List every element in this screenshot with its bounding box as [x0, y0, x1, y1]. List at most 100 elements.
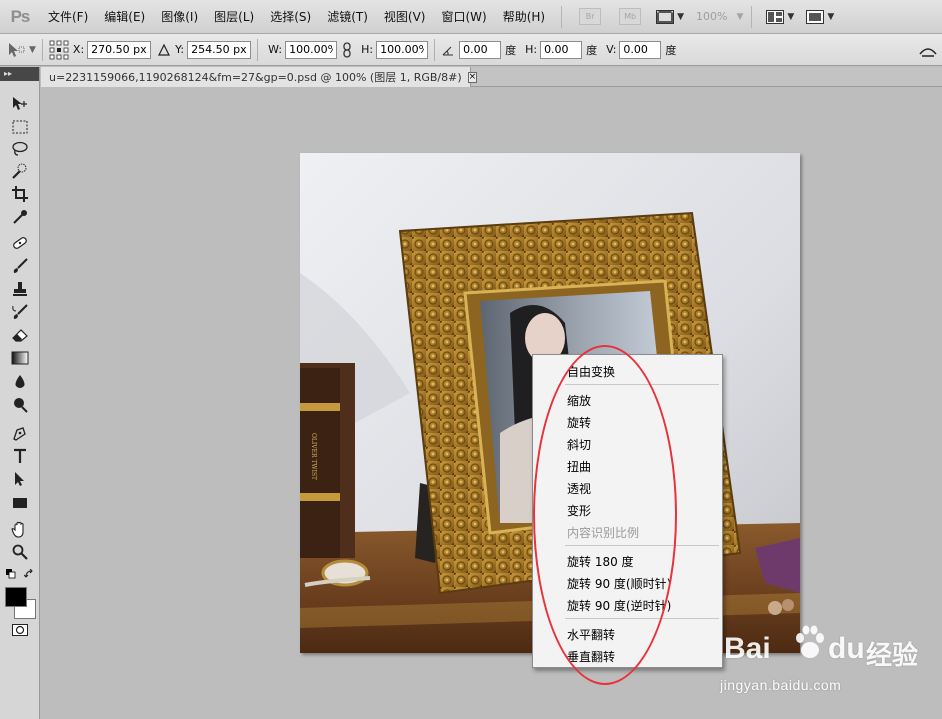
w-label: W:	[268, 43, 283, 56]
lasso-tool[interactable]	[9, 139, 31, 159]
menu-image[interactable]: 图像(I)	[153, 0, 206, 34]
path-selection-tool[interactable]	[9, 469, 31, 489]
minibridge-button[interactable]: Mb	[619, 8, 642, 25]
eyedropper-tool[interactable]	[9, 207, 31, 227]
screen-mode-button[interactable]: ▼	[656, 9, 684, 24]
menu-item-distort[interactable]: 扭曲	[567, 458, 591, 475]
menu-separator	[565, 545, 719, 546]
menu-item-rotate-90-cw[interactable]: 旋转 90 度(顺时针)	[567, 575, 671, 592]
hand-tool[interactable]	[9, 520, 31, 540]
menu-window[interactable]: 窗口(W)	[433, 0, 494, 34]
menu-separator	[565, 384, 719, 385]
healing-brush-tool[interactable]	[9, 233, 31, 253]
clone-stamp-tool[interactable]	[9, 279, 31, 299]
reference-point-icon[interactable]	[49, 40, 69, 60]
height-input[interactable]	[376, 40, 429, 59]
menu-item-rotate-180[interactable]: 旋转 180 度	[567, 553, 634, 570]
dodge-icon	[14, 398, 28, 413]
horizontal-skew-input[interactable]	[540, 40, 583, 59]
menu-item-skew[interactable]: 斜切	[567, 436, 591, 453]
vertical-skew-input[interactable]	[619, 40, 662, 59]
menu-item-rotate-90-ccw[interactable]: 旋转 90 度(逆时针)	[567, 597, 671, 614]
angle-input[interactable]	[459, 40, 502, 59]
bridge-button[interactable]: Br	[579, 8, 602, 25]
watermark-brand-jingyan: 经验	[866, 640, 919, 670]
triangle-delta-icon	[158, 43, 171, 56]
crop-icon	[12, 186, 28, 202]
color-swap-controls[interactable]	[6, 569, 36, 583]
hskew-label: H:	[525, 43, 538, 56]
options-divider	[434, 38, 436, 61]
arrange-documents-button[interactable]: ▼	[766, 9, 794, 24]
brush-tool[interactable]	[9, 256, 31, 276]
menu-item-free-transform[interactable]: 自由变换	[567, 363, 615, 380]
menu-view[interactable]: 视图(V)	[376, 0, 434, 34]
menu-item-warp[interactable]: 变形	[567, 502, 591, 519]
menu-item-perspective[interactable]: 透视	[567, 480, 591, 497]
hskew-unit: 度	[586, 43, 598, 57]
menu-layer[interactable]: 图层(L)	[206, 0, 262, 34]
link-icon[interactable]	[341, 41, 353, 58]
rectangle-tool[interactable]	[9, 493, 31, 513]
watermark-url: jingyan.baidu.com	[720, 677, 842, 693]
gradient-icon	[11, 351, 29, 365]
tools-panel-collapse[interactable]: ▸▸	[0, 67, 39, 81]
chevron-down-icon[interactable]: ▼	[29, 45, 36, 55]
crop-tool[interactable]	[9, 184, 31, 204]
angle-unit: 度	[505, 43, 517, 57]
pen-icon	[13, 427, 26, 441]
menu-file[interactable]: 文件(F)	[40, 0, 96, 34]
type-tool[interactable]	[9, 446, 31, 466]
screen-icon	[806, 9, 825, 24]
menu-bar: Ps 文件(F) 编辑(E) 图像(I) 图层(L) 选择(S) 滤镜(T) 视…	[0, 0, 942, 34]
menu-filter[interactable]: 滤镜(T)	[319, 0, 376, 34]
menu-select[interactable]: 选择(S)	[262, 0, 319, 34]
y-position-input[interactable]	[187, 40, 252, 59]
magnifier-icon	[12, 544, 28, 560]
move-arrow-icon	[13, 97, 27, 110]
options-divider	[41, 38, 43, 61]
x-label: X:	[72, 43, 85, 56]
menu-help[interactable]: 帮助(H)	[495, 0, 553, 34]
zoom-tool[interactable]	[9, 542, 31, 562]
pen-tool[interactable]	[9, 423, 31, 443]
gradient-tool[interactable]	[9, 348, 31, 368]
screen-mode-toggle[interactable]: ▼	[806, 9, 834, 24]
transform-context-menu: 自由变换 缩放 旋转 斜切 扭曲 透视 变形 内容识别比例 旋转 180 度 旋…	[532, 354, 723, 668]
marquee-icon	[12, 120, 28, 134]
x-position-input[interactable]	[87, 40, 152, 59]
blur-tool[interactable]	[9, 372, 31, 392]
quick-selection-tool[interactable]	[9, 161, 31, 181]
close-icon[interactable]: ×	[467, 71, 478, 83]
book-spine-text: OLIVER TWIST	[310, 433, 317, 480]
chevron-down-icon[interactable]: ▼	[736, 12, 743, 22]
document-tab[interactable]: u=2231159066,1190268124&fm=27&gp=0.psd @…	[41, 67, 478, 87]
tools-panel: ▸▸	[0, 67, 40, 719]
width-input[interactable]	[285, 40, 338, 59]
move-tool-icon	[9, 42, 25, 57]
h-label: H:	[361, 43, 374, 56]
menu-edit[interactable]: 编辑(E)	[96, 0, 153, 34]
zoom-level[interactable]: 100%	[696, 10, 727, 23]
eraser-icon	[12, 329, 28, 342]
menu-separator	[565, 618, 719, 619]
quick-mask-button[interactable]	[9, 620, 31, 640]
text-icon	[14, 448, 26, 463]
menu-item-rotate[interactable]: 旋转	[567, 414, 591, 431]
menu-item-scale[interactable]: 缩放	[567, 392, 591, 409]
dodge-tool[interactable]	[9, 395, 31, 415]
swap-colors-icon	[24, 569, 33, 578]
eraser-tool[interactable]	[9, 325, 31, 345]
move-tool[interactable]	[9, 94, 31, 114]
film-icon	[656, 9, 675, 24]
foreground-color-swatch[interactable]	[5, 587, 27, 607]
watermark-brand-du: du	[828, 632, 865, 665]
marquee-tool[interactable]	[9, 117, 31, 137]
menu-item-flip-vertical[interactable]: 垂直翻转	[567, 648, 615, 665]
history-brush-tool[interactable]	[9, 302, 31, 322]
warp-mode-icon[interactable]	[918, 42, 938, 58]
hand-icon	[11, 521, 24, 538]
rectangle-icon	[13, 498, 27, 508]
menu-item-flip-horizontal[interactable]: 水平翻转	[567, 626, 615, 643]
watermark-brand: Bai	[724, 632, 771, 665]
